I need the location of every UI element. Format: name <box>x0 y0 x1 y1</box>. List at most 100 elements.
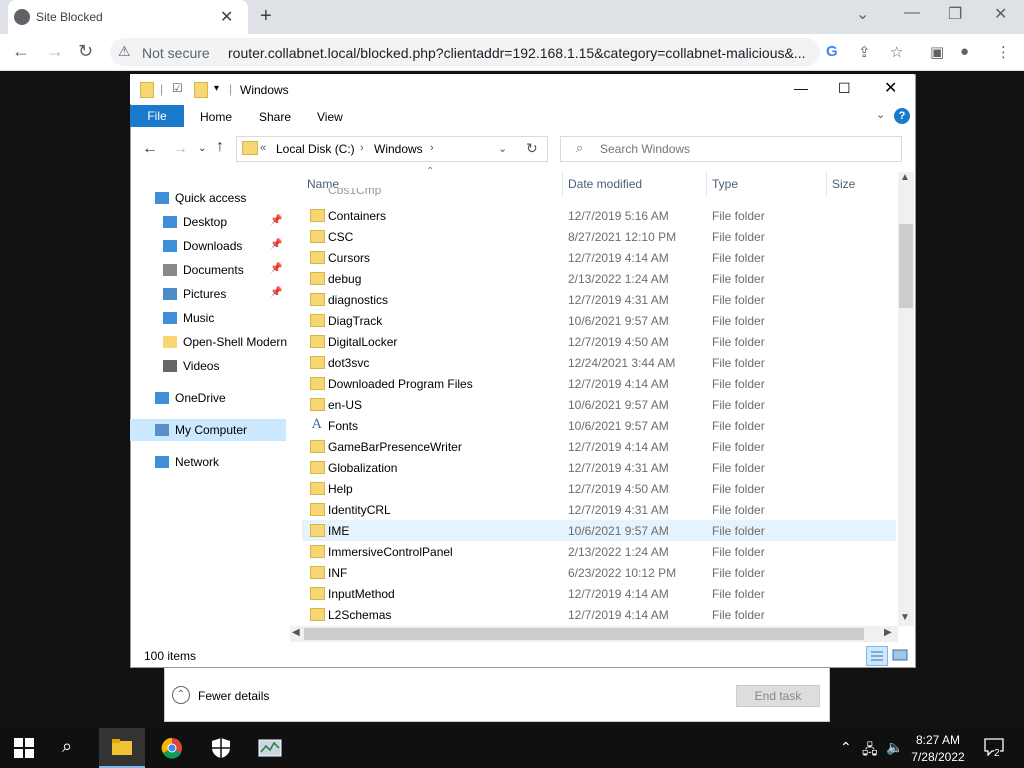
chevron-down-icon[interactable]: ⌄ <box>856 4 869 24</box>
sidebar-item-open-shell-modern[interactable]: Open-Shell Modern <box>130 331 287 353</box>
sidebar-item-documents[interactable]: Documents 📌 <box>130 259 286 281</box>
file-date: 10/6/2021 9:57 AM <box>568 419 669 433</box>
table-row[interactable]: L2Schemas 12/7/2019 4:14 AM File folder <box>302 604 896 625</box>
help-icon[interactable]: ? <box>894 108 910 124</box>
overflow-chevron-icon[interactable]: « <box>260 142 266 154</box>
tab-home[interactable]: Home <box>200 110 232 124</box>
sidebar-item-onedrive[interactable]: OneDrive <box>130 387 286 409</box>
properties-checkbox-icon[interactable]: ☑ <box>172 81 183 95</box>
expand-ribbon-icon[interactable]: ⌄ <box>876 108 885 121</box>
clock-date[interactable]: 7/28/2022 <box>908 750 968 764</box>
file-type: File folder <box>712 461 765 475</box>
table-row[interactable]: Help 12/7/2019 4:50 AM File folder <box>302 478 896 499</box>
scroll-right-icon[interactable]: ▶ <box>884 627 892 638</box>
forward-arrow-icon[interactable]: → <box>172 140 188 158</box>
sidebar-item-quick-access[interactable]: Quick access <box>130 187 286 209</box>
recent-locations-icon[interactable]: ⌄ <box>198 143 206 154</box>
end-task-button[interactable]: End task <box>736 685 820 707</box>
vertical-scroll-thumb[interactable] <box>899 224 913 308</box>
up-arrow-icon[interactable]: ↑ <box>216 138 224 156</box>
close-icon[interactable]: ✕ <box>884 78 897 98</box>
table-row[interactable]: debug 2/13/2022 1:24 AM File folder <box>302 268 896 289</box>
table-row[interactable]: Cursors 12/7/2019 4:14 AM File folder <box>302 247 896 268</box>
tab-file[interactable]: File <box>130 105 184 127</box>
quick-access-dropdown-icon[interactable]: ▾ <box>214 83 219 94</box>
sidebar-item-my-computer[interactable]: My Computer <box>130 419 286 441</box>
chevron-right-icon[interactable]: › <box>430 142 434 154</box>
file-name: DigitalLocker <box>328 335 398 349</box>
sidebar-item-music[interactable]: Music <box>130 307 286 329</box>
table-row[interactable]: Containers 12/7/2019 5:16 AM File folder <box>302 205 896 226</box>
table-row[interactable]: ImmersiveControlPanel 2/13/2022 1:24 AM Fi… <box>302 541 896 562</box>
back-arrow-icon[interactable]: ← <box>142 140 158 158</box>
scroll-up-icon[interactable]: ▲ <box>900 172 910 183</box>
search-input[interactable] <box>600 142 880 156</box>
details-view-icon[interactable] <box>866 646 888 666</box>
pin-icon: 📌 <box>270 239 283 250</box>
sidebar-item-downloads[interactable]: Downloads 📌 <box>130 235 286 257</box>
new-tab-icon[interactable]: + <box>260 5 272 28</box>
star-icon <box>155 192 169 204</box>
restore-icon[interactable]: ❐ <box>948 4 962 24</box>
sidebar-item-pictures[interactable]: Pictures 📌 <box>130 283 286 305</box>
scroll-down-icon[interactable]: ▼ <box>900 612 910 623</box>
search-icon[interactable]: ⌕ <box>62 736 72 757</box>
tab-share[interactable]: Share <box>259 110 291 124</box>
security-label[interactable]: Not secure <box>142 45 210 61</box>
maximize-icon[interactable]: ☐ <box>838 80 851 97</box>
table-row[interactable]: InputMethod 12/7/2019 4:14 AM File folder <box>302 583 896 604</box>
close-window-icon[interactable]: ✕ <box>994 4 1007 24</box>
shield-icon[interactable] <box>210 737 232 759</box>
menu-kebab-icon[interactable]: ⋮ <box>996 43 1011 61</box>
table-row[interactable]: DigitalLocker 12/7/2019 4:50 AM File folde… <box>302 331 896 352</box>
url-text[interactable]: router.collabnet.local/blocked.php?clien… <box>228 45 818 61</box>
horizontal-scroll-thumb[interactable] <box>304 628 864 640</box>
table-row[interactable]: A Fonts 10/6/2021 9:57 AM File folder <box>302 415 896 436</box>
reload-icon[interactable]: ↻ <box>78 41 93 62</box>
minimize-icon[interactable]: — <box>794 80 808 96</box>
table-row[interactable]: Downloaded Program Files 12/7/2019 4:14 A… <box>302 373 896 394</box>
sidebar-item-label: Network <box>175 455 220 469</box>
sidebar-item-network[interactable]: Network <box>130 451 286 473</box>
table-row[interactable]: en-US 10/6/2021 9:57 AM File folder <box>302 394 896 415</box>
table-row[interactable]: Globalization 12/7/2019 4:31 AM File folde… <box>302 457 896 478</box>
breadcrumb-local-disk[interactable]: Local Disk (C:) <box>276 142 355 156</box>
scroll-left-icon[interactable]: ◀ <box>292 627 300 638</box>
sidebar-item-desktop[interactable]: Desktop 📌 <box>130 211 286 233</box>
forward-arrow-icon[interactable]: → <box>46 41 64 62</box>
chevron-down-icon[interactable]: ⌄ <box>498 142 507 155</box>
tab-view[interactable]: View <box>317 110 343 124</box>
table-row[interactable]: DiagTrack 10/6/2021 9:57 AM File folder <box>302 310 896 331</box>
table-row[interactable]: IME 10/6/2021 9:57 AM File folder <box>302 520 896 541</box>
bookmark-star-icon[interactable]: ☆ <box>890 43 903 61</box>
chevron-right-icon[interactable]: › <box>360 142 364 154</box>
task-manager-icon[interactable] <box>258 737 282 759</box>
chrome-icon[interactable] <box>161 737 183 759</box>
table-row[interactable]: CSC 8/27/2021 12:10 PM File folder <box>302 226 896 247</box>
large-icons-view-icon[interactable] <box>890 646 910 664</box>
windows-start-icon[interactable] <box>14 738 34 758</box>
sidebar-item-videos[interactable]: Videos <box>130 355 286 377</box>
share-icon[interactable]: ⇪ <box>858 43 871 61</box>
clock-time[interactable]: 8:27 AM <box>908 733 968 747</box>
refresh-icon[interactable]: ↻ <box>526 140 538 157</box>
breadcrumb-windows[interactable]: Windows <box>374 142 423 156</box>
warning-icon[interactable]: ⚠ <box>118 43 131 60</box>
chevron-up-icon[interactable]: ⌃ <box>840 739 852 756</box>
profile-avatar-icon[interactable]: ● <box>960 43 969 60</box>
table-row[interactable]: dot3svc 12/24/2021 3:44 AM File folder <box>302 352 896 373</box>
fewer-details-link[interactable]: Fewer details <box>198 689 269 703</box>
table-row[interactable]: IdentityCRL 12/7/2019 4:31 AM File folder <box>302 499 896 520</box>
chevron-up-icon[interactable]: ⌃ <box>172 686 190 704</box>
close-tab-icon[interactable]: ✕ <box>220 7 233 27</box>
side-panel-icon[interactable]: ▣ <box>930 43 944 61</box>
network-icon[interactable]: 🖧 <box>862 739 878 763</box>
table-row[interactable]: INF 6/23/2022 10:12 PM File folder <box>302 562 896 583</box>
new-folder-icon[interactable] <box>194 82 208 98</box>
google-lens-icon[interactable]: G <box>826 43 838 60</box>
back-arrow-icon[interactable]: ← <box>12 41 30 62</box>
volume-icon[interactable]: 🔈 <box>886 739 903 756</box>
table-row[interactable]: GameBarPresenceWriter 12/7/2019 4:14 AM Fi… <box>302 436 896 457</box>
minimize-icon[interactable]: — <box>904 4 920 22</box>
table-row[interactable]: diagnostics 12/7/2019 4:31 AM File folder <box>302 289 896 310</box>
